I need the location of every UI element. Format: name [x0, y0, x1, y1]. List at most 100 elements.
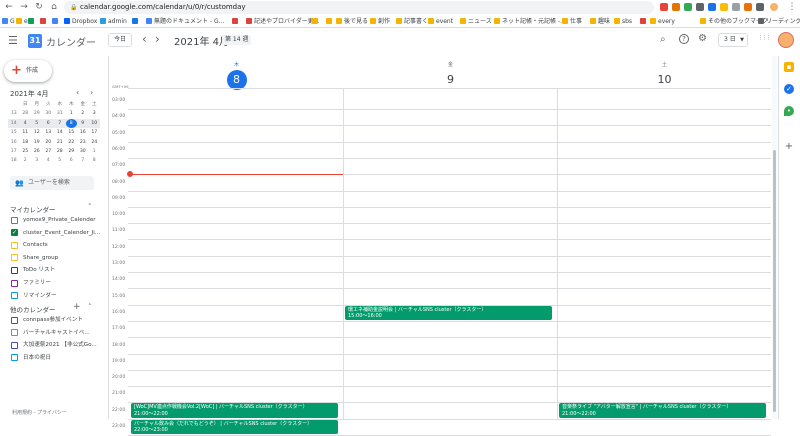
extension-puzzle-icon[interactable] — [756, 3, 764, 11]
bookmark-item[interactable]: event — [428, 15, 453, 28]
mini-calendar-day[interactable]: 3 — [31, 156, 43, 165]
checkbox-icon[interactable] — [11, 316, 18, 324]
search-people-field[interactable]: 👥 ユーザーを検索 — [10, 176, 94, 190]
checkbox-icon[interactable] — [11, 216, 18, 224]
calendar-list-item[interactable]: ✓ cluster_Event_Calender_Ji... — [11, 228, 101, 238]
day-header[interactable]: 木8 — [130, 61, 343, 90]
day-header[interactable]: 金9 — [344, 61, 557, 90]
bookmark-item[interactable]: Dropbox — [64, 15, 97, 28]
add-calendar-icon[interactable]: + — [73, 302, 81, 312]
mini-calendar-day[interactable]: 7 — [54, 119, 66, 128]
mini-calendar-week-row[interactable]: 16 18 19 20 21 22 23 24 — [8, 138, 100, 147]
mini-calendar-day[interactable]: 29 — [31, 109, 43, 118]
mini-calendar-day[interactable]: 13 — [43, 128, 55, 137]
reload-icon[interactable]: ↻ — [33, 1, 45, 13]
mini-calendar-day[interactable]: 14 — [54, 128, 66, 137]
bookmark-item[interactable] — [326, 15, 334, 28]
mini-calendar-day[interactable]: 25 — [20, 147, 32, 156]
mini-calendar-day[interactable]: 4 — [43, 156, 55, 165]
day-number[interactable]: 10 — [655, 70, 675, 90]
mini-calendar-week-number[interactable]: 17 — [8, 147, 20, 156]
bookmark-item[interactable] — [132, 15, 140, 28]
tasks-icon[interactable]: ✓ — [784, 84, 794, 94]
calendar-list-item[interactable]: バーチャルキャストイベ... — [11, 328, 101, 338]
main-menu-icon[interactable]: ☰ — [8, 34, 18, 47]
mini-calendar-day[interactable]: 2 — [77, 109, 89, 118]
mini-calendar-day[interactable]: 12 — [31, 128, 43, 137]
profile-avatar-icon[interactable] — [770, 3, 778, 11]
mini-calendar-day[interactable]: 22 — [66, 138, 78, 147]
mini-calendar-week-row[interactable]: 14 4 5 6 7 8 9 10 — [8, 118, 100, 129]
mini-calendar-day[interactable]: 30 — [43, 109, 55, 118]
extension-icon[interactable] — [744, 3, 752, 11]
bookmark-item[interactable]: G — [2, 15, 15, 28]
mini-calendar-day[interactable]: 26 — [31, 147, 43, 156]
mini-calendar-day[interactable]: 2 — [20, 156, 32, 165]
mini-calendar-week-number[interactable]: 13 — [8, 109, 20, 118]
mini-calendar-day[interactable]: 9 — [77, 119, 89, 128]
bookmark-item[interactable] — [640, 15, 648, 28]
extension-icon[interactable] — [720, 3, 728, 11]
mini-calendar-day[interactable]: 6 — [66, 156, 78, 165]
bookmark-item[interactable]: 記述やプロバイダー更... — [246, 15, 319, 28]
mini-calendar-day[interactable]: 27 — [43, 147, 55, 156]
mini-calendar-week-row[interactable]: 17 25 26 27 28 29 30 1 — [8, 147, 100, 156]
checkbox-icon[interactable]: ✓ — [11, 229, 18, 237]
mini-calendar-day[interactable]: 28 — [54, 147, 66, 156]
bookmark-item[interactable]: e — [16, 15, 28, 28]
create-button[interactable]: + 作成 — [4, 60, 52, 82]
browser-menu-icon[interactable]: ⋮ — [786, 1, 798, 13]
calendar-list-item[interactable]: 日本の祝日 — [11, 353, 101, 363]
back-icon[interactable]: ← — [3, 1, 15, 13]
mini-next-month-icon[interactable]: › — [90, 88, 93, 97]
google-apps-icon[interactable]: ⋮⋮⋮ — [758, 35, 771, 41]
mini-calendar-week-number[interactable]: 15 — [8, 128, 20, 137]
search-icon[interactable]: ⌕ — [660, 34, 666, 45]
mini-calendar-day[interactable]: 4 — [20, 119, 32, 128]
next-period-icon[interactable]: › — [155, 32, 160, 46]
checkbox-icon[interactable] — [11, 254, 18, 262]
mini-calendar-week-number[interactable]: 16 — [8, 138, 20, 147]
checkbox-icon[interactable] — [11, 241, 18, 249]
calendar-list-item[interactable]: Contacts — [11, 240, 101, 250]
account-avatar[interactable] — [778, 32, 794, 48]
mini-calendar-day[interactable]: 20 — [43, 138, 55, 147]
mini-calendar-day[interactable]: 29 — [66, 147, 78, 156]
forward-icon[interactable]: → — [18, 1, 30, 13]
calendar-event[interactable]: 音楽祭ライブ "アバター解放宣言" | バーチャルSNS cluster（クラス… — [559, 403, 766, 419]
mini-calendar-day[interactable]: 7 — [77, 156, 89, 165]
mini-calendar-day[interactable]: 21 — [54, 138, 66, 147]
footer-links[interactable]: 利用規約 - プライバシー — [12, 409, 67, 416]
home-icon[interactable]: ⌂ — [48, 1, 60, 13]
day-number[interactable]: 9 — [441, 70, 461, 90]
mini-calendar-day[interactable]: 31 — [54, 109, 66, 118]
extension-icon[interactable] — [696, 3, 704, 11]
calendar-list-item[interactable]: リマインダー — [11, 291, 101, 301]
bookmark-item[interactable]: 記事書く — [396, 15, 428, 28]
extension-icon[interactable] — [732, 3, 740, 11]
mini-calendar-day[interactable]: 28 — [20, 109, 32, 118]
bookmark-item[interactable] — [52, 15, 60, 28]
day-header[interactable]: 土 10 — [558, 61, 771, 90]
bookmark-item[interactable] — [40, 15, 48, 28]
mini-calendar-week-row[interactable]: 15 11 12 13 14 15 16 17 — [8, 128, 100, 137]
prev-period-icon[interactable]: ‹ — [142, 32, 147, 46]
mini-calendar-day[interactable]: 18 — [20, 138, 32, 147]
mini-calendar-day[interactable]: 16 — [77, 128, 89, 137]
mini-calendar-day[interactable]: 5 — [54, 156, 66, 165]
bookmark-item[interactable]: リーディング リスト — [758, 15, 800, 28]
checkbox-icon[interactable] — [11, 279, 18, 287]
mini-calendar-day[interactable]: 30 — [77, 147, 89, 156]
view-selector[interactable]: 3 日 ▼ — [718, 33, 748, 47]
calendar-event[interactable]: 環エネ補助金説明会 | バーチャルSNS cluster（クラスター） 15:00… — [345, 305, 552, 321]
extension-icon[interactable] — [708, 3, 716, 11]
scrollbar-thumb[interactable] — [773, 150, 776, 412]
calendar-list-item[interactable]: Share_group — [11, 253, 101, 263]
mini-calendar-day[interactable]: 24 — [89, 138, 101, 147]
bookmark-item[interactable]: 趣味 — [590, 15, 610, 28]
mini-calendar-day[interactable]: 5 — [31, 119, 43, 128]
extension-icon[interactable] — [684, 3, 692, 11]
other-calendars-title[interactable]: 他のカレンダー — [10, 304, 56, 314]
bookmark-item[interactable]: 無題のドキュメント - G... — [146, 15, 224, 28]
keep-icon[interactable]: ▪ — [784, 62, 794, 72]
